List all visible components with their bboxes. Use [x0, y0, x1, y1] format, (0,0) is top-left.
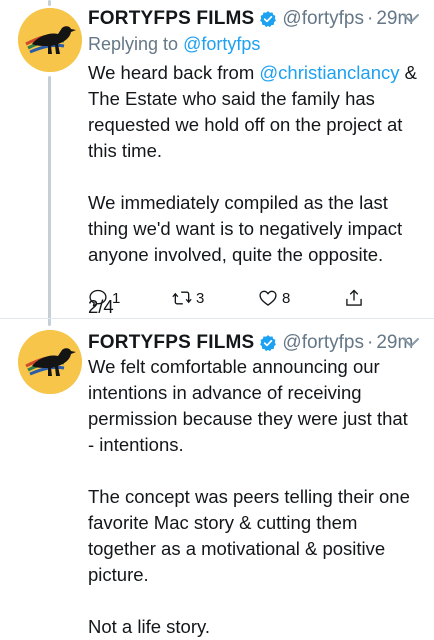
like-count: 8 [282, 289, 291, 307]
tweet-paragraph: We felt comfortable announcing our inten… [88, 356, 408, 455]
retweet-icon [172, 291, 192, 305]
tweet-actions: 1 3 8 [88, 288, 388, 312]
reply-icon [89, 289, 107, 307]
verified-badge-icon [260, 335, 277, 352]
reply-count: 1 [112, 289, 121, 307]
like-icon [259, 290, 277, 306]
tweet-paragraph: We heard back from @christianclancy & Th… [88, 60, 418, 164]
display-name[interactable]: FORTYFPS FILMS [88, 8, 254, 30]
handle[interactable]: @fortyfps [282, 332, 364, 354]
bird-logo-icon [18, 8, 82, 72]
retweet-count: 3 [196, 289, 205, 307]
replying-to-label: Replying to [88, 34, 184, 54]
tweet-1[interactable]: FORTYFPS FILMS @fortyfps · 29m Replying … [0, 6, 434, 317]
tweet-paragraph: Not a life story. [88, 616, 211, 637]
handle[interactable]: @fortyfps [282, 8, 364, 30]
tweet-divider [0, 318, 434, 319]
share-button[interactable] [344, 288, 364, 308]
tweet-2[interactable]: FORTYFPS FILMS @fortyfps · 29m We felt c… [0, 330, 434, 637]
mention-link[interactable]: @christianclancy [259, 62, 399, 83]
display-name[interactable]: FORTYFPS FILMS [88, 332, 254, 354]
replying-to-mention[interactable]: @fortyfps [183, 34, 260, 54]
reply-button[interactable]: 1 [88, 288, 120, 308]
avatar[interactable] [18, 8, 82, 72]
tweet-header: FORTYFPS FILMS @fortyfps · 29m [88, 6, 413, 32]
chevron-down-icon[interactable] [402, 336, 420, 350]
tweet-text: We heard back from @christianclancy & Th… [88, 60, 418, 320]
share-icon [346, 289, 362, 306]
like-button[interactable]: 8 [258, 288, 290, 308]
chevron-down-icon[interactable] [402, 12, 420, 26]
tweet-paragraph: We immediately compiled as the last thin… [88, 192, 403, 265]
tweet-paragraph: The concept was peers telling their one … [88, 486, 410, 585]
tweet-text: We felt comfortable announcing our inten… [88, 354, 418, 640]
separator-dot: · [367, 332, 374, 353]
bird-logo-icon [18, 330, 82, 394]
retweet-button[interactable]: 3 [172, 288, 204, 308]
tweet-text-segment: We heard back from [88, 62, 260, 83]
avatar[interactable] [18, 330, 82, 394]
tweet-header: FORTYFPS FILMS @fortyfps · 29m [88, 330, 413, 356]
separator-dot: · [367, 8, 374, 29]
replying-to: Replying to @fortyfps [88, 34, 260, 55]
verified-badge-icon [260, 11, 277, 28]
